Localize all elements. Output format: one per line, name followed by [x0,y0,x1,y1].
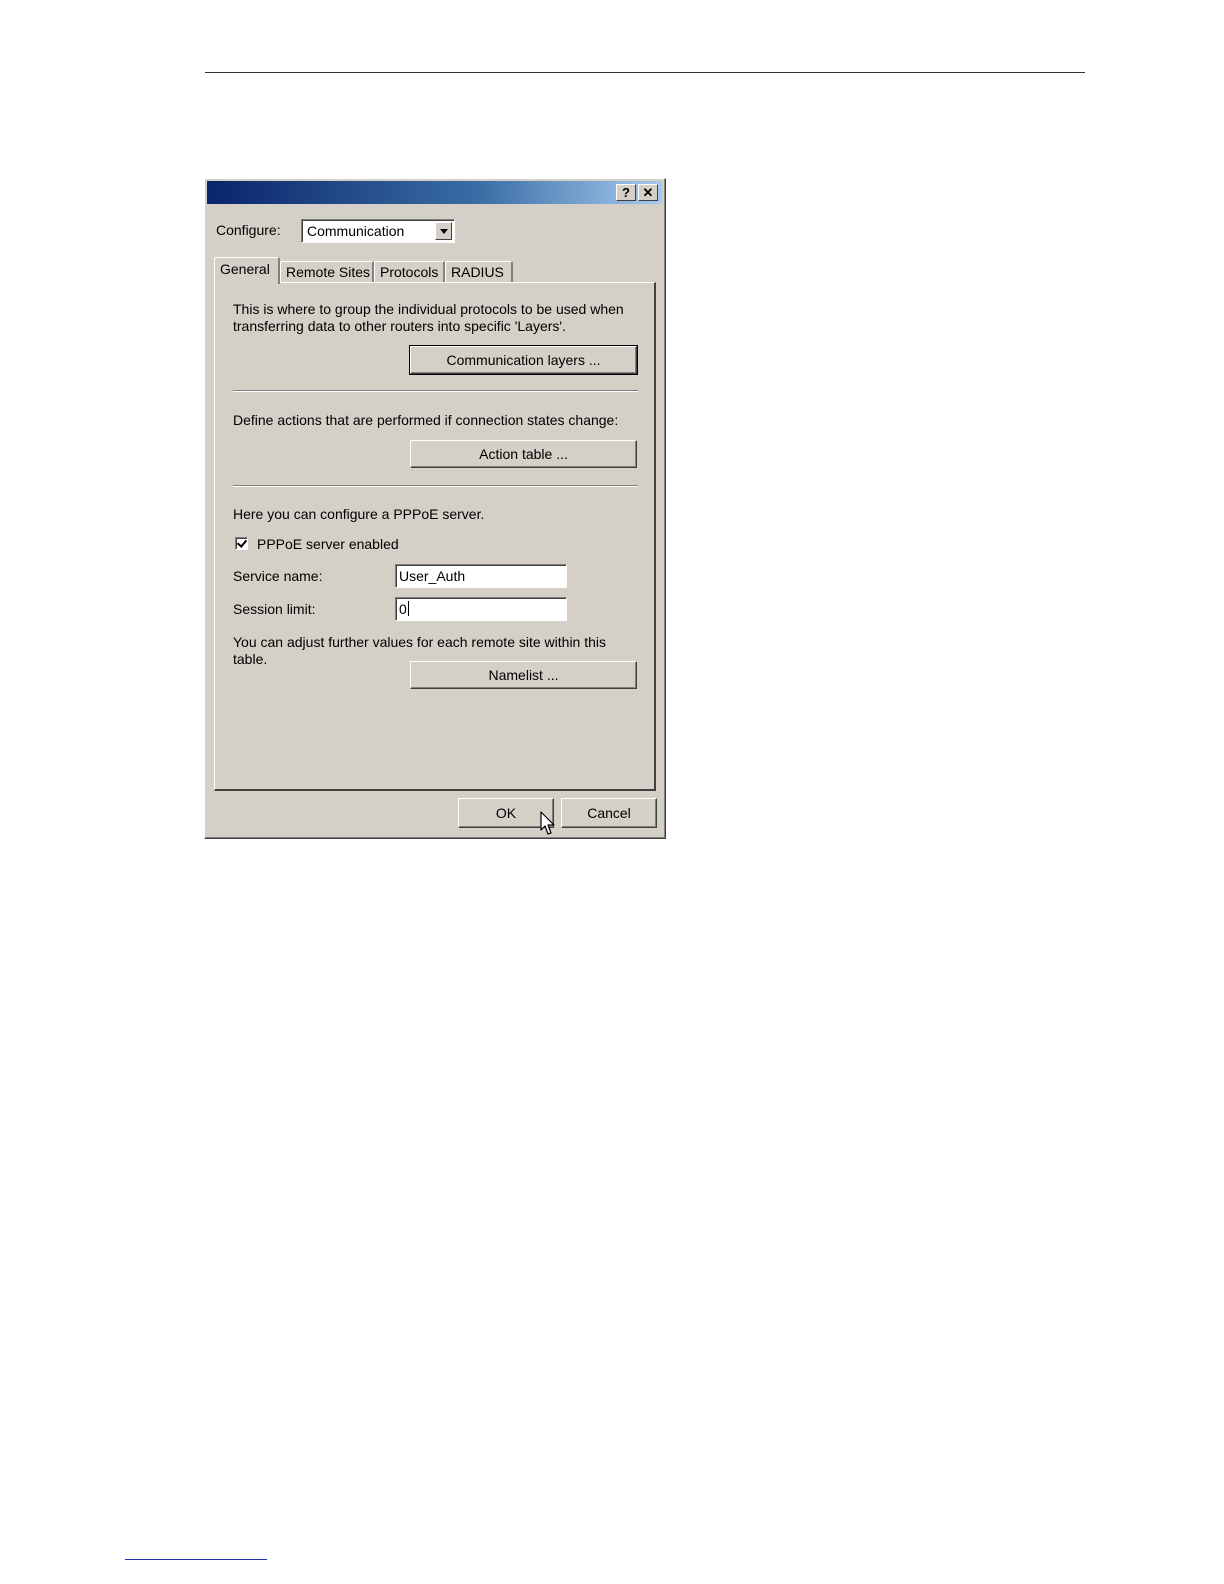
cancel-button[interactable]: Cancel [561,798,657,828]
close-button[interactable]: ✕ [638,184,658,201]
title-bar[interactable]: ? ✕ [207,181,662,204]
configure-label: Configure: [216,222,281,238]
chevron-down-icon[interactable] [435,222,452,240]
pppoe-enabled-checkbox[interactable] [235,537,248,550]
action-table-button[interactable]: Action table ... [410,440,637,468]
namelist-button[interactable]: Namelist ... [410,661,637,689]
layers-description: This is where to group the individual pr… [233,301,624,334]
configure-dialog: ? ✕ Configure: Communication General Rem… [204,178,666,839]
page-header-rule [205,72,1085,73]
pppoe-description: Here you can configure a PPPoE server. [233,506,485,522]
help-icon: ? [622,185,630,200]
session-limit-label: Session limit: [233,601,316,617]
service-name-label: Service name: [233,568,323,584]
footnote-rule [125,1559,267,1560]
session-limit-value: 0 [399,601,407,617]
configure-select-value: Communication [307,223,405,239]
close-icon: ✕ [642,185,654,200]
communication-layers-button[interactable]: Communication layers ... [409,345,638,375]
tab-protocols[interactable]: Protocols [374,261,445,283]
tab-remote-sites[interactable]: Remote Sites [280,261,374,283]
mouse-pointer-icon [540,811,555,835]
tab-radius[interactable]: RADIUS [445,261,513,283]
service-name-input[interactable]: User_Auth [395,564,567,588]
separator [233,485,638,487]
actions-description: Define actions that are performed if con… [233,412,619,428]
pppoe-enabled-label[interactable]: PPPoE server enabled [257,536,399,552]
separator [233,390,638,392]
general-tab-panel: This is where to group the individual pr… [214,282,656,791]
service-name-value: User_Auth [399,568,466,584]
tab-general[interactable]: General [214,257,280,284]
help-button[interactable]: ? [616,184,636,201]
configure-select[interactable]: Communication [301,219,455,243]
text-caret [407,601,409,616]
session-limit-input[interactable]: 0 [395,597,567,621]
